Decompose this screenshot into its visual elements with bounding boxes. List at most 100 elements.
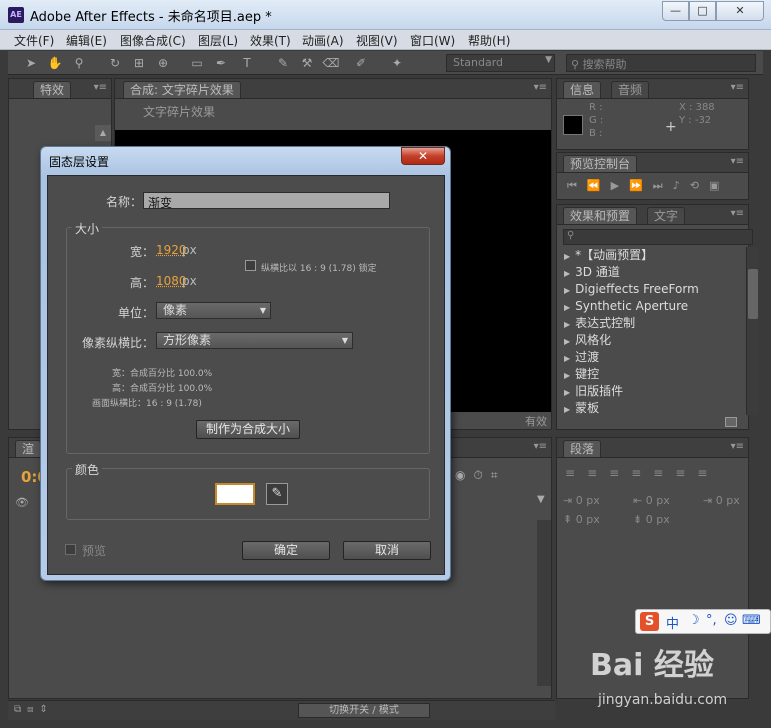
- make-comp-size-button[interactable]: 制作为合成大小: [196, 420, 300, 439]
- audio-icon[interactable]: ♪: [673, 179, 690, 192]
- stopwatch-icon[interactable]: ⏱: [473, 468, 490, 482]
- moon-icon[interactable]: ☽: [688, 613, 700, 628]
- rotate-tool-icon[interactable]: ↻: [106, 54, 124, 72]
- last-frame-icon[interactable]: ⏭: [653, 179, 673, 192]
- ram-preview-icon[interactable]: ▣: [709, 179, 729, 192]
- camera-tool-icon[interactable]: ⊞: [130, 54, 148, 72]
- panel-menu-icon[interactable]: ▾≡: [731, 82, 744, 93]
- name-input[interactable]: 渐变: [143, 192, 390, 210]
- in-out-icon[interactable]: ⇕: [40, 704, 54, 715]
- motion-blur-icon[interactable]: ◉: [455, 468, 473, 482]
- tab-info[interactable]: 信息: [563, 81, 602, 98]
- layer-switches-icon[interactable]: ⧉: [14, 704, 27, 715]
- selection-tool-icon[interactable]: ➤: [22, 54, 40, 72]
- list-item[interactable]: ▶ Synthetic Aperture: [558, 298, 744, 315]
- menu-view[interactable]: 视图(V): [356, 32, 398, 49]
- maximize-button[interactable]: □: [689, 1, 716, 21]
- hand-tool-icon[interactable]: ✋: [46, 54, 64, 72]
- list-item[interactable]: ▶ 3D 通道: [558, 264, 744, 281]
- visibility-eye-icon[interactable]: 👁: [15, 496, 29, 509]
- play-icon[interactable]: ▶: [611, 179, 629, 192]
- list-item[interactable]: ▶ 蒙板: [558, 400, 744, 417]
- tab-render-queue[interactable]: 渲: [15, 440, 42, 457]
- menu-help[interactable]: 帮助(H): [468, 32, 510, 49]
- align-right-icon[interactable]: ≡: [609, 466, 631, 480]
- scrollbar-thumb[interactable]: [748, 269, 758, 319]
- panel-menu-icon[interactable]: ▾≡: [731, 156, 744, 167]
- ok-button[interactable]: 确定: [242, 541, 330, 560]
- tab-preview[interactable]: 预览控制台: [563, 155, 638, 172]
- justify-left-icon[interactable]: ≡: [631, 466, 653, 480]
- indent-right-value[interactable]: 0 px: [646, 494, 670, 507]
- zoom-readout[interactable]: 有效: [525, 413, 547, 429]
- punctuation-icon[interactable]: °,: [706, 613, 717, 628]
- zoom-tool-icon[interactable]: ⚲: [70, 54, 88, 72]
- justify-all-icon[interactable]: ≡: [697, 466, 719, 480]
- list-item[interactable]: ▶ 风格化: [558, 332, 744, 349]
- pan-behind-tool-icon[interactable]: ⊕: [154, 54, 172, 72]
- menu-window[interactable]: 窗口(W): [410, 32, 455, 49]
- tab-paragraph[interactable]: 段落: [563, 440, 602, 457]
- help-search-input[interactable]: ⚲ 搜索帮助: [566, 54, 756, 72]
- panel-menu-icon[interactable]: ▾≡: [534, 82, 547, 93]
- tab-text[interactable]: 文字: [647, 207, 686, 224]
- menu-edit[interactable]: 编辑(E): [66, 32, 107, 49]
- unit-select[interactable]: 像素 ▼: [156, 302, 271, 319]
- panel-menu-icon[interactable]: ▾≡: [534, 441, 547, 452]
- first-line-indent-value[interactable]: 0 px: [716, 494, 740, 507]
- menu-composition[interactable]: 图像合成(C): [120, 32, 186, 49]
- menu-effect[interactable]: 效果(T): [250, 32, 291, 49]
- lock-aspect-checkbox[interactable]: [245, 260, 256, 271]
- space-after-value[interactable]: 0 px: [646, 513, 670, 526]
- effects-scrollbar[interactable]: [746, 247, 759, 415]
- justify-right-icon[interactable]: ≡: [675, 466, 697, 480]
- panel-menu-icon[interactable]: ▾≡: [731, 441, 744, 452]
- tab-effect-controls[interactable]: 特效: [33, 81, 72, 98]
- list-item[interactable]: ▶ 过渡: [558, 349, 744, 366]
- list-item[interactable]: ▶ 键控: [558, 366, 744, 383]
- panel-menu-icon[interactable]: ▾≡: [94, 82, 107, 93]
- text-tool-icon[interactable]: T: [238, 54, 256, 72]
- list-item[interactable]: ▶ Digieffects FreeForm: [558, 281, 744, 298]
- indent-left-value[interactable]: 0 px: [576, 494, 600, 507]
- eraser-tool-icon[interactable]: ⌫: [322, 54, 340, 72]
- minimize-button[interactable]: —: [662, 1, 689, 21]
- preview-checkbox[interactable]: [65, 544, 76, 555]
- scroll-up-icon[interactable]: ▲: [95, 125, 111, 141]
- roto-brush-tool-icon[interactable]: ✐: [352, 54, 370, 72]
- new-bin-icon[interactable]: [725, 417, 737, 427]
- close-window-button[interactable]: ✕: [716, 1, 764, 21]
- transfer-controls-icon[interactable]: ⧈: [27, 704, 39, 715]
- menu-animation[interactable]: 动画(A): [302, 32, 344, 49]
- cancel-button[interactable]: 取消: [343, 541, 431, 560]
- tab-audio[interactable]: 音频: [611, 81, 650, 98]
- graph-editor-icon[interactable]: ⌗: [491, 468, 506, 482]
- prev-frame-icon[interactable]: ⏪: [587, 179, 611, 192]
- tab-effects-presets[interactable]: 效果和预置: [563, 207, 638, 224]
- pen-tool-icon[interactable]: ✒: [212, 54, 230, 72]
- emoji-icon[interactable]: ☺: [724, 613, 738, 628]
- menu-layer[interactable]: 图层(L): [198, 32, 238, 49]
- sogou-logo-icon[interactable]: S: [640, 612, 659, 631]
- timeline-scrollbar[interactable]: [537, 520, 551, 686]
- clone-stamp-tool-icon[interactable]: ⚒: [298, 54, 316, 72]
- first-frame-icon[interactable]: ⏮: [567, 179, 587, 192]
- justify-center-icon[interactable]: ≡: [653, 466, 675, 480]
- panel-menu-icon[interactable]: ▾≡: [731, 208, 744, 219]
- align-left-icon[interactable]: ≡: [565, 466, 587, 480]
- tab-composition[interactable]: 合成: 文字碎片效果: [123, 81, 241, 98]
- color-swatch[interactable]: [215, 483, 255, 505]
- list-item[interactable]: ▶ 表达式控制: [558, 315, 744, 332]
- puppet-tool-icon[interactable]: ✦: [388, 54, 406, 72]
- effects-search-input[interactable]: ⚲: [563, 229, 753, 245]
- list-item[interactable]: ▶ *【动画预置】: [558, 247, 744, 264]
- toggle-switches-modes-button[interactable]: 切换开关 / 模式: [298, 703, 430, 718]
- list-item[interactable]: ▶ 旧版插件: [558, 383, 744, 400]
- workspace-select[interactable]: Standard ▼: [446, 54, 555, 72]
- current-time-indicator-icon[interactable]: ▼: [537, 494, 545, 505]
- keyboard-icon[interactable]: ⌨: [742, 613, 761, 628]
- eyedropper-icon[interactable]: ✎: [266, 483, 288, 505]
- dialog-close-button[interactable]: ✕: [401, 147, 445, 165]
- ime-lang[interactable]: 中: [666, 613, 679, 632]
- brush-tool-icon[interactable]: ✎: [274, 54, 292, 72]
